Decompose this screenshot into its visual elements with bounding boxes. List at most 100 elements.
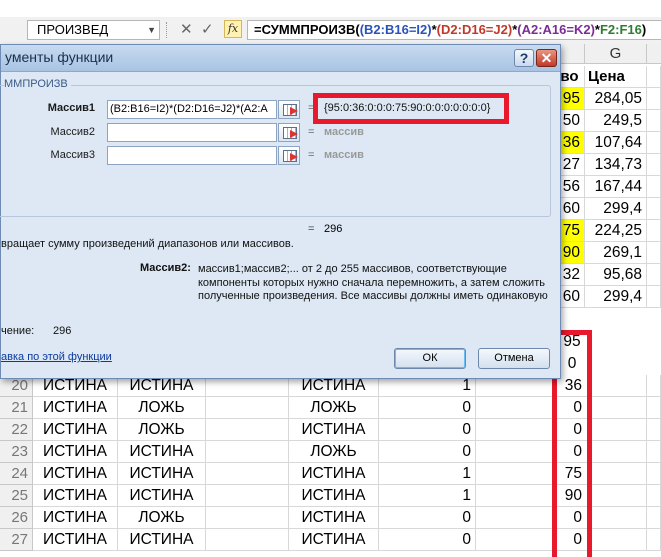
cell-empty[interactable] xyxy=(586,419,647,441)
cell-condition-d[interactable]: ЛОЖЬ xyxy=(289,441,379,463)
cell-empty[interactable] xyxy=(647,66,661,88)
cell-condition-b[interactable]: ИСТИНА xyxy=(118,485,206,507)
dialog-title-bar[interactable]: ументы функции ? ✕ xyxy=(1,45,560,72)
cell-condition-a[interactable]: ИСТИНА xyxy=(33,397,118,419)
cell-condition-d[interactable]: ИСТИНА xyxy=(289,529,379,551)
ok-button[interactable]: ОК xyxy=(394,348,466,369)
cell-condition-a[interactable]: ИСТИНА xyxy=(33,485,118,507)
cell-helper-value[interactable]: 0 xyxy=(558,353,586,375)
cell-empty[interactable] xyxy=(647,441,661,463)
cell-match-flag[interactable]: 0 xyxy=(379,529,476,551)
cell-match-flag[interactable]: 0 xyxy=(379,419,476,441)
cell-empty[interactable] xyxy=(206,485,289,507)
cell-empty[interactable] xyxy=(476,507,556,529)
cell-empty[interactable] xyxy=(647,198,661,220)
cell-empty[interactable] xyxy=(647,529,661,551)
cell-empty[interactable] xyxy=(647,176,661,198)
cell-condition-b[interactable]: ЛОЖЬ xyxy=(118,397,206,419)
cell-condition-a[interactable]: ИСТИНА xyxy=(33,441,118,463)
cell-empty[interactable] xyxy=(647,463,661,485)
cell-price[interactable]: 224,25 xyxy=(585,220,647,242)
cell-empty[interactable] xyxy=(206,397,289,419)
cell-empty[interactable] xyxy=(476,419,556,441)
cell-empty[interactable] xyxy=(586,441,647,463)
row-header[interactable]: 26 xyxy=(0,507,33,529)
cell-empty[interactable] xyxy=(647,132,661,154)
cell-helper-value[interactable]: 0 xyxy=(556,397,586,419)
cell-price[interactable]: 95,68 xyxy=(585,264,647,286)
cell-empty[interactable] xyxy=(476,397,556,419)
cell-match-flag[interactable]: 0 xyxy=(379,441,476,463)
cell-empty[interactable] xyxy=(206,529,289,551)
cell-helper-value[interactable]: 90 xyxy=(556,485,586,507)
cell-condition-a[interactable]: ИСТИНА xyxy=(33,419,118,441)
cell-price[interactable]: 134,73 xyxy=(585,154,647,176)
collapse-dialog-button[interactable] xyxy=(278,146,300,165)
cell-empty[interactable] xyxy=(647,154,661,176)
enter-icon[interactable]: ✓ xyxy=(201,21,214,39)
cell-condition-b[interactable]: ИСТИНА xyxy=(118,463,206,485)
column-header-h[interactable] xyxy=(647,44,661,64)
row-header[interactable]: 24 xyxy=(0,463,33,485)
help-on-function-link[interactable]: авка по этой функции xyxy=(1,351,112,363)
cell-condition-d[interactable]: ИСТИНА xyxy=(289,463,379,485)
cell-empty[interactable] xyxy=(206,441,289,463)
formula-input[interactable]: =СУММПРОИЗВ((B2:B16=I2)*(D2:D16=J2)*(A2:… xyxy=(247,20,661,40)
array3-input[interactable] xyxy=(107,146,277,165)
cell-condition-d[interactable]: ИСТИНА xyxy=(289,419,379,441)
cell-condition-d[interactable]: ЛОЖЬ xyxy=(289,397,379,419)
cell-condition-b[interactable]: ИСТИНА xyxy=(118,529,206,551)
cell-empty[interactable] xyxy=(206,419,289,441)
row-header[interactable]: 27 xyxy=(0,529,33,551)
column-header-g[interactable]: G xyxy=(585,44,647,64)
cell-empty[interactable] xyxy=(647,110,661,132)
cell-empty[interactable] xyxy=(476,441,556,463)
collapse-dialog-button[interactable] xyxy=(278,100,300,119)
cancel-icon[interactable]: ✕ xyxy=(180,21,193,39)
cell-condition-a[interactable]: ИСТИНА xyxy=(33,507,118,529)
cell-empty[interactable] xyxy=(476,463,556,485)
cell-helper-value[interactable]: 95 xyxy=(558,331,586,353)
cell-price[interactable]: 249,5 xyxy=(585,110,647,132)
cell-price[interactable]: 299,4 xyxy=(585,286,647,308)
row-header[interactable]: 25 xyxy=(0,485,33,507)
cell-empty[interactable] xyxy=(647,264,661,286)
cell-condition-b[interactable]: ИСТИНА xyxy=(118,441,206,463)
chevron-down-icon[interactable]: ▼ xyxy=(147,21,156,39)
cell-price[interactable]: 167,44 xyxy=(585,176,647,198)
cell-empty[interactable] xyxy=(647,220,661,242)
collapse-dialog-button[interactable] xyxy=(278,123,300,142)
array1-input[interactable]: (B2:B16=I2)*(D2:D16=J2)*(A2:A xyxy=(107,100,277,119)
cell-helper-value[interactable]: 0 xyxy=(556,419,586,441)
cell-empty[interactable] xyxy=(586,485,647,507)
cell-match-flag[interactable]: 0 xyxy=(379,507,476,529)
cell-helper-value[interactable]: 0 xyxy=(556,507,586,529)
cell-condition-d[interactable]: ИСТИНА xyxy=(289,507,379,529)
cell-price[interactable]: 284,05 xyxy=(585,88,647,110)
row-header[interactable]: 22 xyxy=(0,419,33,441)
insert-function-button[interactable]: fx xyxy=(224,20,242,38)
cell-empty[interactable] xyxy=(647,397,661,419)
cell-condition-a[interactable]: ИСТИНА xyxy=(33,529,118,551)
cell-empty[interactable] xyxy=(647,286,661,308)
cell-helper-value[interactable]: 75 xyxy=(556,463,586,485)
help-button[interactable]: ? xyxy=(514,49,534,67)
cell-condition-b[interactable]: ЛОЖЬ xyxy=(118,419,206,441)
cell-empty[interactable] xyxy=(586,529,647,551)
cell-empty[interactable] xyxy=(647,242,661,264)
cell-empty[interactable] xyxy=(206,507,289,529)
cell-empty[interactable] xyxy=(586,397,647,419)
cell-empty[interactable] xyxy=(586,507,647,529)
cell-match-flag[interactable]: 0 xyxy=(379,397,476,419)
cell-empty[interactable] xyxy=(206,463,289,485)
cell-empty[interactable] xyxy=(476,485,556,507)
cell-price[interactable]: 107,64 xyxy=(585,132,647,154)
cell-helper-value[interactable]: 0 xyxy=(556,441,586,463)
cell-empty[interactable] xyxy=(586,463,647,485)
row-header[interactable]: 21 xyxy=(0,397,33,419)
cell-empty[interactable] xyxy=(647,88,661,110)
cell-empty[interactable] xyxy=(647,485,661,507)
cell-helper-value[interactable]: 0 xyxy=(556,529,586,551)
cell-empty[interactable] xyxy=(647,507,661,529)
cell-empty[interactable] xyxy=(647,419,661,441)
